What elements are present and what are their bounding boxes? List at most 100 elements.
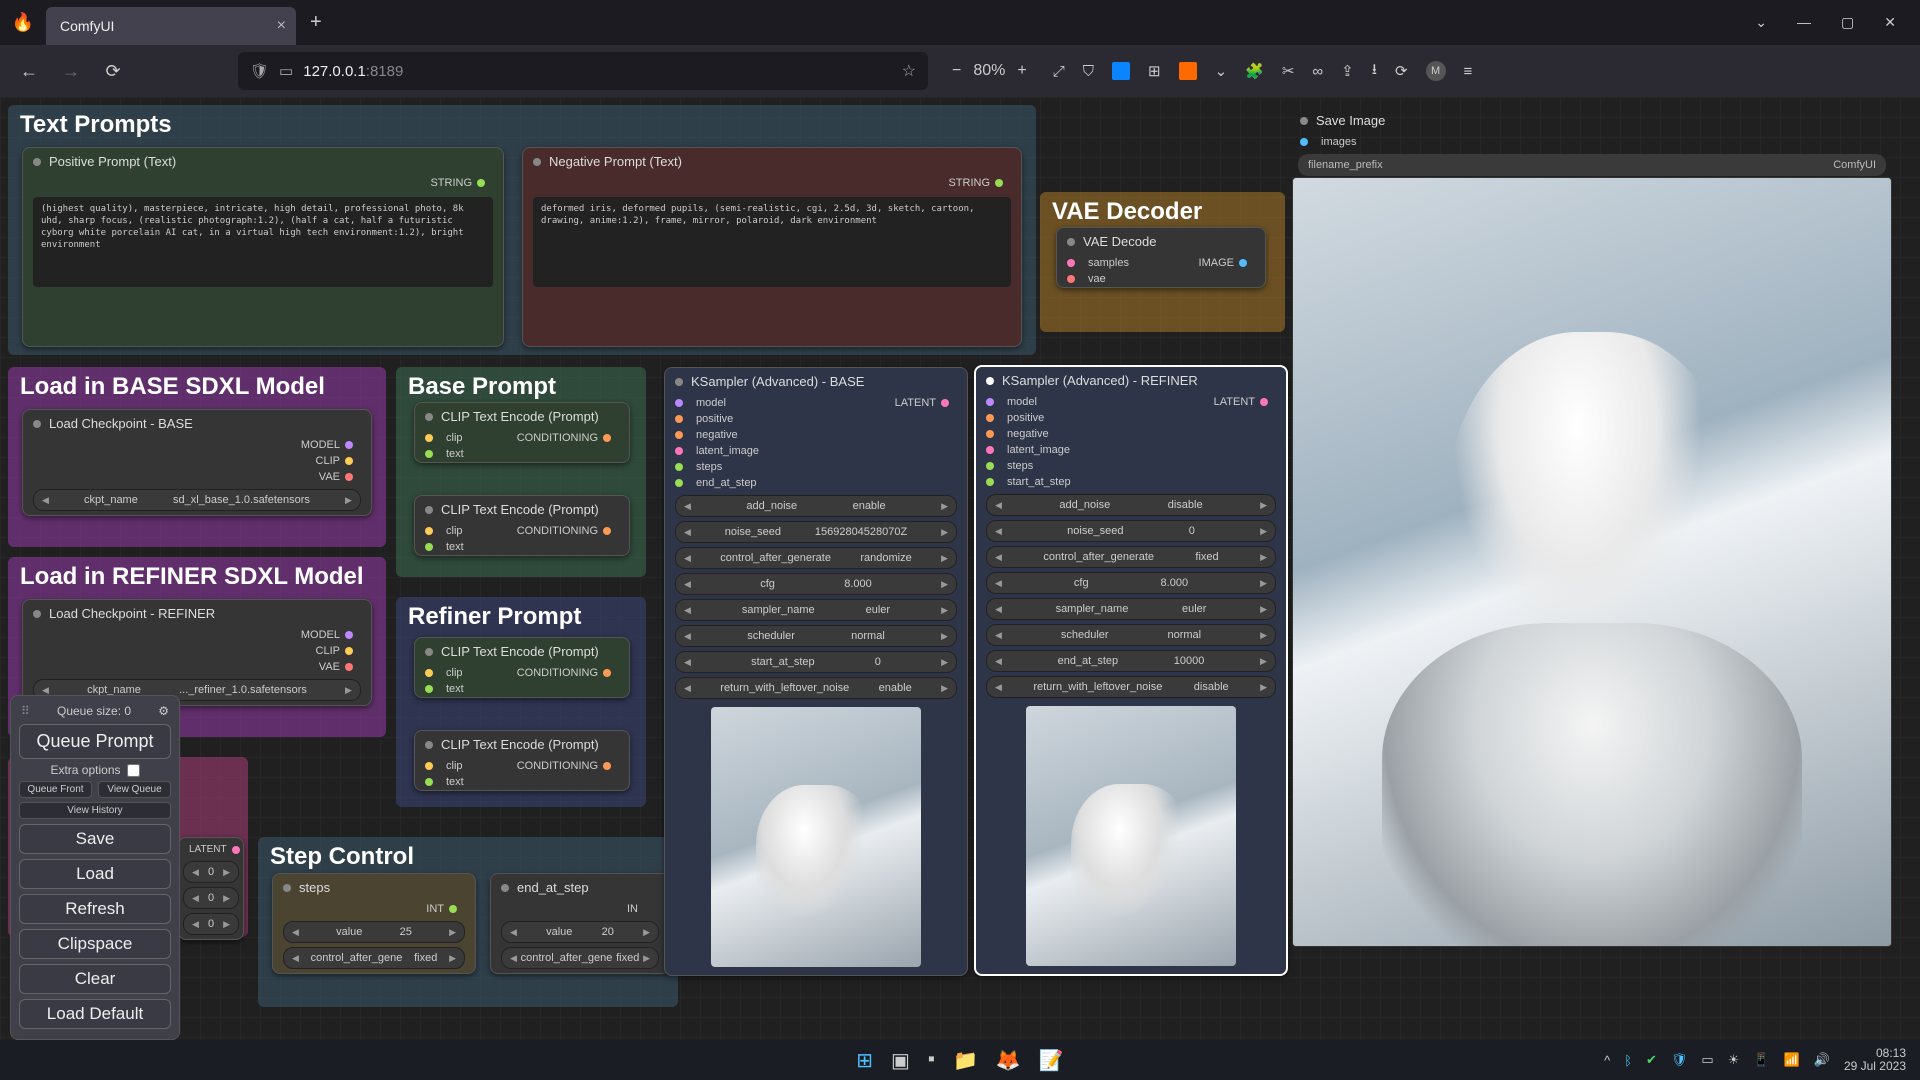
check-icon[interactable]: ✔: [1646, 1052, 1657, 1068]
extra-options-checkbox[interactable]: Extra options: [19, 763, 171, 777]
zoom-out-button[interactable]: −: [952, 62, 961, 80]
ckpt-name-widget[interactable]: ◀ckpt_namesd_xl_base_1.0.safetensors▶: [33, 489, 361, 511]
windows-taskbar[interactable]: ⊞ ▣ ▪ 📁 🦊 📝 ^ ᛒ ✔ 🛡 ▭ ☀ 📱 📶 🔊 08:1329 Ju…: [0, 1040, 1920, 1080]
bluetooth-icon[interactable]: ᛒ: [1624, 1053, 1632, 1068]
phone-icon[interactable]: 📱: [1753, 1052, 1769, 1068]
infinity-icon[interactable]: ∞: [1312, 63, 1323, 80]
upload-icon[interactable]: ⇪: [1341, 62, 1354, 80]
ksampler-widget[interactable]: ◀start_at_step0▶: [675, 651, 957, 673]
load-default-button[interactable]: Load Default: [19, 999, 171, 1029]
terminal-icon[interactable]: ▪: [928, 1048, 935, 1073]
node-clip-encode-base-pos[interactable]: CLIP Text Encode (Prompt) clipCONDITIONI…: [414, 402, 630, 463]
save-button[interactable]: Save: [19, 824, 171, 854]
back-button[interactable]: ←: [12, 54, 46, 88]
ksampler-widget[interactable]: ◀return_with_leftover_noisedisable▶: [986, 676, 1276, 698]
clear-button[interactable]: Clear: [19, 964, 171, 994]
node-title: Load Checkpoint - BASE: [49, 416, 193, 431]
volume-icon[interactable]: 🔊: [1814, 1052, 1830, 1068]
tray-chevron-icon[interactable]: ^: [1604, 1053, 1610, 1068]
positive-prompt-text[interactable]: (highest quality), masterpiece, intricat…: [33, 197, 493, 287]
ksampler-widget[interactable]: ◀cfg8.000▶: [986, 572, 1276, 594]
taskview-icon[interactable]: ▣: [891, 1048, 910, 1073]
negative-prompt-text[interactable]: deformed iris, deformed pupils, (semi-re…: [533, 197, 1011, 287]
load-button[interactable]: Load: [19, 859, 171, 889]
node-latent-image[interactable]: LATENT ◀0▶ ◀0▶ ◀0▶: [178, 837, 244, 940]
queue-front-button[interactable]: Queue Front: [19, 781, 92, 798]
extensions-icon[interactable]: 🧩: [1245, 62, 1264, 80]
node-vae-decode[interactable]: VAE Decode samplesIMAGE vae: [1056, 227, 1266, 288]
bookmark-star-icon[interactable]: ☆: [902, 61, 916, 81]
ksampler-widget[interactable]: ◀noise_seed15692804528070Z▶: [675, 521, 957, 543]
minimize-button[interactable]: —: [1797, 14, 1811, 31]
ksampler-widget[interactable]: ◀schedulernormal▶: [986, 624, 1276, 646]
filename-prefix-widget[interactable]: filename_prefixComfyUI: [1298, 154, 1886, 176]
node-save-image[interactable]: Save Image images filename_prefixComfyUI: [1290, 107, 1894, 180]
ksampler-widget[interactable]: ◀end_at_step10000▶: [986, 650, 1276, 672]
node-load-checkpoint-base[interactable]: Load Checkpoint - BASE MODEL CLIP VAE ◀c…: [22, 409, 372, 516]
maximize-button[interactable]: ▢: [1841, 14, 1854, 31]
brightness-icon[interactable]: ☀: [1728, 1052, 1740, 1068]
ksampler-widget[interactable]: ◀control_after_generatefixed▶: [986, 546, 1276, 568]
ksampler-widget[interactable]: ◀return_with_leftover_noiseenable▶: [675, 677, 957, 699]
node-clip-encode-ref-neg[interactable]: CLIP Text Encode (Prompt) clipCONDITIONI…: [414, 730, 630, 791]
comfyui-canvas[interactable]: Text Prompts Load in BASE SDXL Model Loa…: [0, 97, 1920, 1040]
fullscreen-icon[interactable]: ⤢: [1053, 63, 1065, 80]
address-bar[interactable]: 🛡 ▭ 127.0.0.1:8189 ☆: [238, 52, 928, 90]
reload-button[interactable]: ⟳: [96, 54, 130, 88]
shield-icon[interactable]: 🛡: [250, 62, 269, 80]
node-clip-encode-base-neg[interactable]: CLIP Text Encode (Prompt) clipCONDITIONI…: [414, 495, 630, 556]
downloads-icon[interactable]: ⭳: [1372, 59, 1377, 84]
ksampler-widget[interactable]: ◀add_noiseenable▶: [675, 495, 957, 517]
close-tab-icon[interactable]: ×: [277, 17, 286, 35]
zoom-level[interactable]: 80%: [973, 62, 1005, 80]
control-panel[interactable]: ⠿Queue size: 0⚙ Queue Prompt Extra optio…: [10, 695, 180, 1040]
node-positive-prompt[interactable]: Positive Prompt (Text) STRING (highest q…: [22, 147, 504, 347]
battery-icon[interactable]: ▭: [1701, 1052, 1713, 1068]
security-icon[interactable]: 🛡: [1671, 1052, 1688, 1068]
refresh-button[interactable]: Refresh: [19, 894, 171, 924]
ext-orange-icon[interactable]: [1179, 62, 1197, 80]
ksampler-widget[interactable]: ◀sampler_nameeuler▶: [675, 599, 957, 621]
taskbar-pinned: ⊞ ▣ ▪ 📁 🦊 📝: [856, 1048, 1063, 1073]
node-clip-encode-ref-pos[interactable]: CLIP Text Encode (Prompt) clipCONDITIONI…: [414, 637, 630, 698]
start-icon[interactable]: ⊞: [856, 1048, 873, 1073]
clock[interactable]: 08:1329 Jul 2023: [1844, 1047, 1906, 1073]
explorer-icon[interactable]: 📁: [953, 1048, 978, 1073]
ksampler-widget[interactable]: ◀sampler_nameeuler▶: [986, 598, 1276, 620]
new-tab-button[interactable]: +: [310, 11, 322, 34]
settings-gear-icon[interactable]: ⚙: [158, 704, 169, 718]
site-info-icon[interactable]: ▭: [279, 62, 293, 80]
ksampler-widget[interactable]: ◀cfg8.000▶: [675, 573, 957, 595]
app-menu-icon[interactable]: ≡: [1464, 63, 1473, 80]
ksampler-widget[interactable]: ◀schedulernormal▶: [675, 625, 957, 647]
view-history-button[interactable]: View History: [19, 802, 171, 819]
firefox-taskbar-icon[interactable]: 🦊: [996, 1048, 1021, 1073]
browser-tab[interactable]: ComfyUI ×: [46, 7, 296, 45]
notepad-icon[interactable]: 📝: [1039, 1048, 1064, 1073]
forward-button[interactable]: →: [54, 54, 88, 88]
ext-blue-icon[interactable]: [1112, 62, 1130, 80]
account-icon[interactable]: M: [1426, 61, 1446, 81]
output-image[interactable]: [1292, 177, 1892, 947]
wifi-icon[interactable]: 📶: [1784, 1052, 1800, 1068]
node-end-at-step[interactable]: end_at_step IN ◀value20▶ ◀control_after_…: [490, 873, 670, 974]
cut-icon[interactable]: ✂: [1282, 62, 1295, 80]
grid-icon[interactable]: ⊞: [1148, 62, 1161, 80]
node-steps[interactable]: steps INT ◀value25▶ ◀control_after_genef…: [272, 873, 476, 974]
close-window-button[interactable]: ✕: [1884, 14, 1896, 31]
ksampler-widget[interactable]: ◀noise_seed0▶: [986, 520, 1276, 542]
pocket-icon[interactable]: ⌄: [1215, 62, 1228, 80]
history-icon[interactable]: ⟳: [1395, 62, 1408, 80]
queue-prompt-button[interactable]: Queue Prompt: [19, 724, 171, 759]
clipspace-button[interactable]: Clipspace: [19, 929, 171, 959]
node-ksampler-refiner[interactable]: KSampler (Advanced) - REFINER modelLATEN…: [974, 365, 1288, 976]
shield-ext-icon[interactable]: ⛉: [1083, 63, 1094, 80]
ksampler-widget[interactable]: ◀add_noisedisable▶: [986, 494, 1276, 516]
tabs-dropdown-icon[interactable]: ⌄: [1755, 14, 1767, 31]
node-load-checkpoint-refiner[interactable]: Load Checkpoint - REFINER MODEL CLIP VAE…: [22, 599, 372, 706]
zoom-in-button[interactable]: +: [1017, 62, 1026, 80]
ksampler-widget[interactable]: ◀control_after_generaterandomize▶: [675, 547, 957, 569]
node-negative-prompt[interactable]: Negative Prompt (Text) STRING deformed i…: [522, 147, 1022, 347]
view-queue-button[interactable]: View Queue: [98, 781, 171, 798]
node-ksampler-base[interactable]: KSampler (Advanced) - BASE modelLATENT p…: [664, 367, 968, 976]
